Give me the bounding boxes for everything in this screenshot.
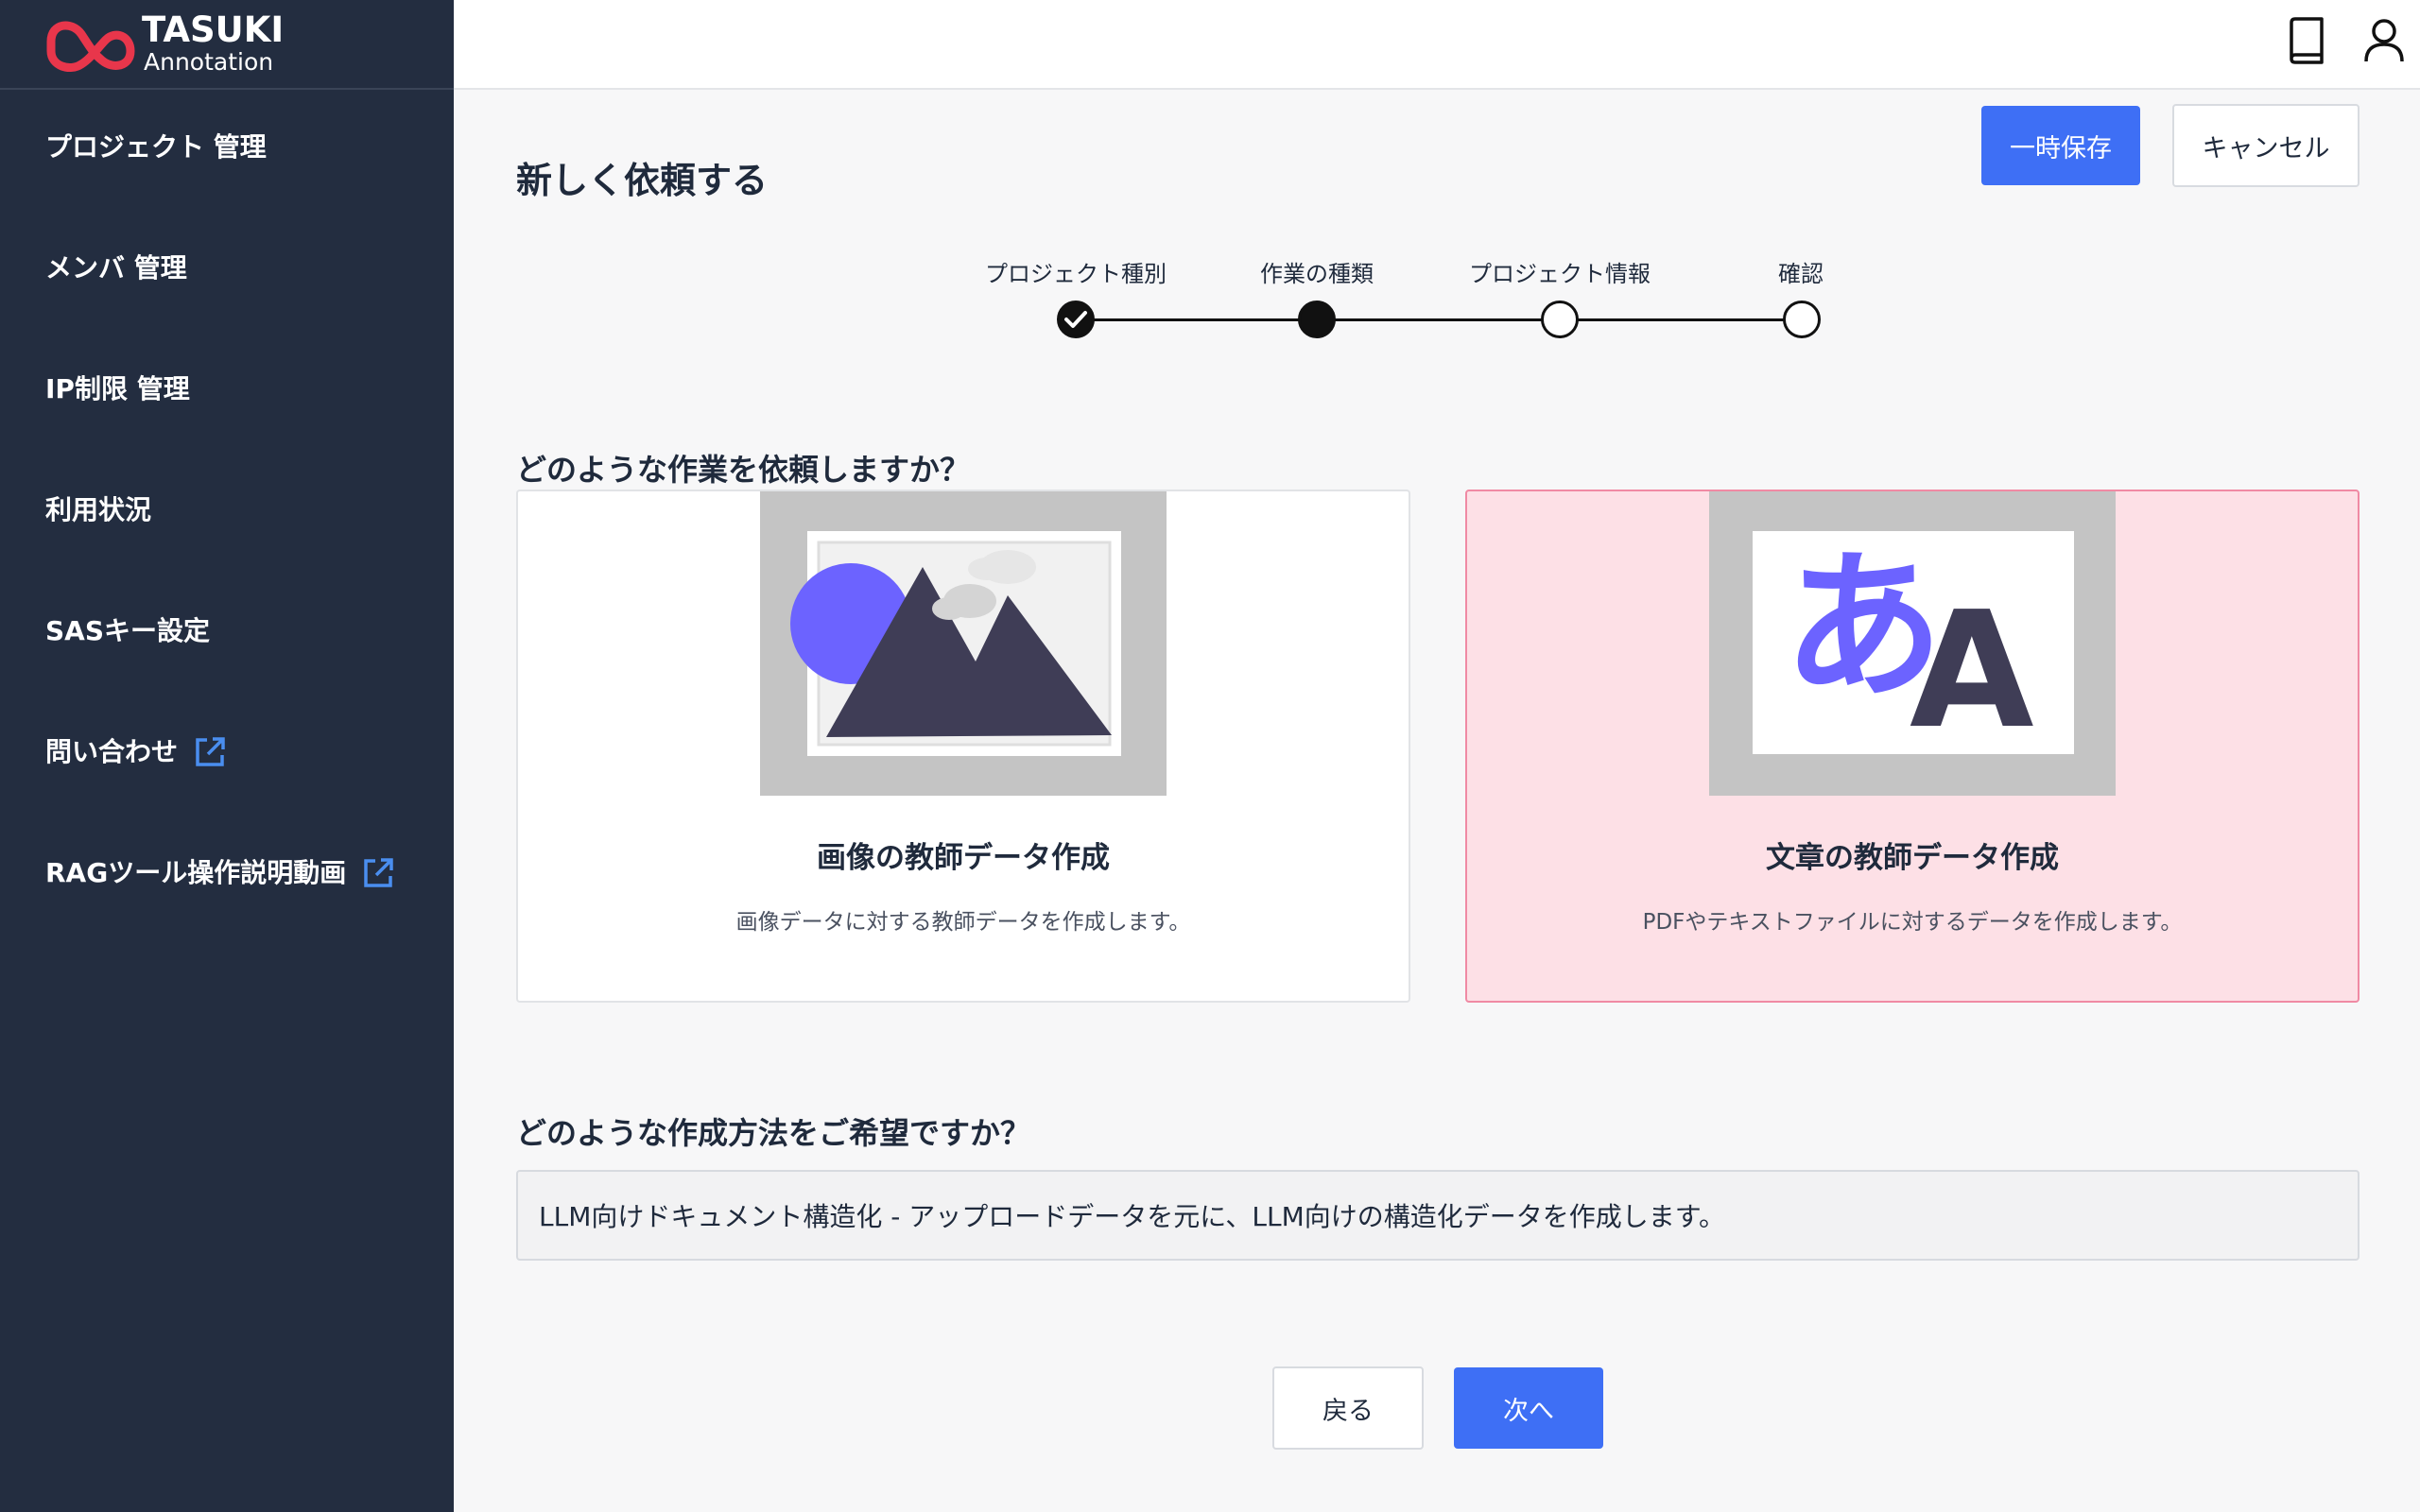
next-button[interactable]: 次へ — [1454, 1367, 1603, 1449]
method-select-value: LLM向けドキュメント構造化 - アップロードデータを元に、LLM向けの構造化デ… — [539, 1201, 1725, 1232]
user-icon[interactable] — [2363, 17, 2405, 64]
top-bar — [454, 0, 2420, 90]
save-draft-label: 一時保存 — [2010, 133, 2112, 163]
step-label-project-type: プロジェクト種別 — [985, 261, 1167, 287]
next-label: 次へ — [1503, 1396, 1554, 1426]
work-type-question: どのような作業を依頼しますか？ — [516, 452, 971, 488]
step-done-check-icon — [1057, 301, 1095, 338]
brand-name: TASUKI — [142, 9, 285, 50]
method-select[interactable]: LLM向けドキュメント構造化 - アップロードデータを元に、LLM向けの構造化デ… — [516, 1170, 2360, 1261]
sidebar-item-projects[interactable]: プロジェクト 管理 — [45, 129, 267, 166]
sidebar-item-ip-restriction[interactable]: IP制限 管理 — [45, 370, 190, 408]
option-description: PDFやテキストファイルに対するデータを作成します。 — [1642, 910, 2183, 935]
save-draft-button[interactable]: 一時保存 — [1981, 106, 2140, 185]
option-description: 画像データに対する教師データを作成します。 — [735, 910, 1191, 935]
step-todo-dot — [1783, 301, 1821, 338]
back-button[interactable]: 戻る — [1272, 1366, 1424, 1450]
brand-subtitle: Annotation — [144, 48, 274, 76]
step-todo-dot — [1541, 301, 1579, 338]
cancel-label: キャンセル — [2202, 133, 2330, 163]
external-link-icon — [364, 858, 393, 887]
method-question: どのような作成方法をご希望ですか？ — [516, 1115, 1031, 1151]
logo[interactable]: TASUKI Annotation — [0, 0, 454, 90]
external-link-icon — [196, 737, 225, 766]
step-label-work-type: 作業の種類 — [1260, 261, 1374, 287]
sidebar-item-members[interactable]: メンバ 管理 — [45, 249, 187, 287]
option-card-image[interactable]: 画像の教師データ作成 画像データに対する教師データを作成します。 — [516, 490, 1410, 1003]
sidebar-item-sas-key[interactable]: SASキー設定 — [45, 612, 210, 650]
sidebar-item-label: 問い合わせ — [45, 736, 179, 767]
back-label: 戻る — [1322, 1396, 1374, 1426]
book-icon[interactable] — [2286, 17, 2327, 64]
sidebar-item-label: 利用状況 — [45, 494, 152, 525]
cancel-button[interactable]: キャンセル — [2172, 104, 2360, 187]
sidebar-item-label: プロジェクト 管理 — [45, 131, 267, 163]
step-label-project-info: プロジェクト情報 — [1469, 261, 1651, 287]
option-title: 画像の教師データ作成 — [817, 841, 1110, 875]
option-card-text[interactable]: あ A 文章の教師データ作成 PDFやテキストファイルに対するデータを作成します… — [1465, 490, 2360, 1003]
step-label-confirm: 確認 — [1778, 261, 1824, 287]
latin-a-glyph: A — [1910, 577, 2034, 765]
sidebar-item-label: RAGツール操作説明動画 — [45, 857, 347, 888]
sidebar-item-label: IP制限 管理 — [45, 373, 190, 404]
sidebar-item-label: SASキー設定 — [45, 615, 211, 646]
option-title: 文章の教師データ作成 — [1766, 841, 2059, 875]
sidebar-item-contact[interactable]: 問い合わせ — [45, 733, 229, 771]
text-translate-icon: あ A — [1709, 491, 2116, 796]
sidebar: TASUKI Annotation プロジェクト 管理 メンバ 管理 IP制限 … — [0, 0, 454, 1512]
sidebar-item-rag-video[interactable]: RAGツール操作説明動画 — [45, 854, 397, 892]
page-title: 新しく依頼する — [516, 160, 769, 201]
step-current-dot — [1298, 301, 1336, 338]
sidebar-item-label: メンバ 管理 — [45, 252, 187, 284]
image-landscape-icon — [760, 491, 1167, 796]
stepper-track — [1076, 318, 1802, 321]
sidebar-item-usage[interactable]: 利用状況 — [45, 491, 151, 529]
tasuki-logo-icon — [46, 21, 135, 72]
